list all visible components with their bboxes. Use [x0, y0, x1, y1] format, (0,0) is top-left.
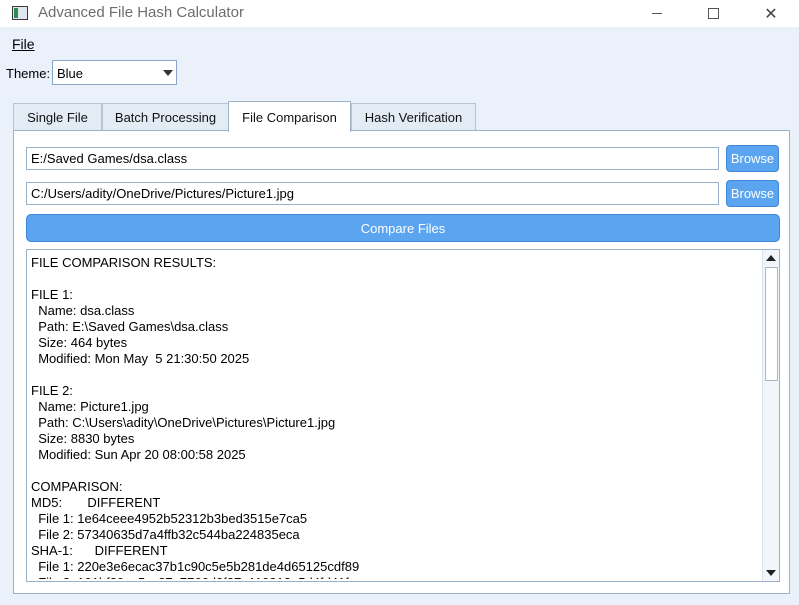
scroll-up-arrow-icon[interactable] [763, 250, 779, 266]
compare-files-button[interactable]: Compare Files [26, 214, 780, 242]
theme-selected-value: Blue [57, 66, 84, 81]
browse-file1-button[interactable]: Browse [726, 145, 779, 172]
maximize-icon [707, 8, 719, 19]
scroll-down-arrow-icon[interactable] [763, 565, 779, 581]
menu-file[interactable]: File [12, 36, 35, 52]
tab-hash-verification[interactable]: Hash Verification [351, 103, 476, 131]
close-icon: ✕ [764, 5, 778, 23]
menu-bar: File [0, 30, 799, 58]
results-scrollbar[interactable] [762, 250, 779, 581]
tab-batch-processing[interactable]: Batch Processing [102, 103, 229, 131]
theme-select[interactable]: Blue [52, 60, 177, 85]
file-comparison-panel: E:/Saved Games/dsa.class Browse C:/Users… [13, 130, 790, 594]
minimize-icon [652, 13, 662, 14]
file1-path-input[interactable]: E:/Saved Games/dsa.class [26, 147, 719, 170]
minimize-button[interactable] [634, 0, 680, 27]
scrollbar-thumb[interactable] [765, 267, 778, 381]
tab-file-comparison[interactable]: File Comparison [228, 101, 351, 132]
app-window-icon [12, 6, 28, 20]
browse-file2-button[interactable]: Browse [726, 180, 779, 207]
comparison-results-area[interactable]: FILE COMPARISON RESULTS: FILE 1: Name: d… [26, 249, 780, 582]
comparison-results-text: FILE COMPARISON RESULTS: FILE 1: Name: d… [31, 255, 360, 579]
chevron-down-icon [160, 61, 176, 84]
window-title: Advanced File Hash Calculator [38, 4, 244, 21]
tab-single-file[interactable]: Single File [13, 103, 102, 131]
menu-file-label: File [12, 36, 35, 52]
close-button[interactable]: ✕ [748, 0, 794, 27]
title-bar: Advanced File Hash Calculator ✕ [0, 0, 799, 27]
theme-label: Theme: [6, 66, 51, 81]
maximize-button[interactable] [690, 0, 736, 27]
file2-path-input[interactable]: C:/Users/adity/OneDrive/Pictures/Picture… [26, 182, 719, 205]
